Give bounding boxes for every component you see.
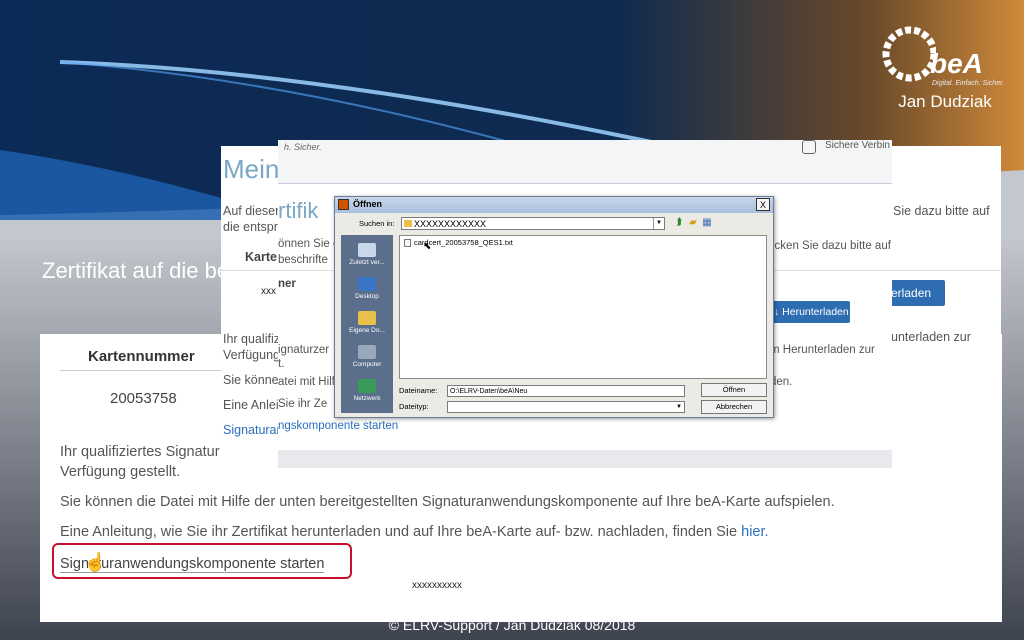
place-computer[interactable]: Computer xyxy=(341,345,393,368)
cancel-button[interactable]: Abbrechen xyxy=(701,400,767,414)
text-line1: önnen Sie c xyxy=(278,238,339,250)
open-file-dialog: Öffnen X Suchen in: XXXXXXXXXXXX ▼ ⮭ ▰ ▦… xyxy=(334,196,774,418)
filename-label: Dateiname: xyxy=(399,386,438,395)
download-arrow-icon: ↓ xyxy=(774,306,783,318)
bottom-bar xyxy=(278,450,892,468)
herunterladen-label: Herunterladen xyxy=(782,306,849,318)
chevron-down-icon: ▼ xyxy=(653,218,664,229)
look-in-label: Suchen in: xyxy=(359,219,395,228)
new-folder-icon[interactable]: ▰ xyxy=(687,217,699,229)
bea-logo-text: beA xyxy=(930,48,983,79)
place-recent[interactable]: Zuletzt ver... xyxy=(341,243,393,266)
section-heading: rtifik xyxy=(278,198,319,223)
right-text2: m Herunterladen zur xyxy=(770,344,875,356)
open-button[interactable]: Öffnen xyxy=(701,383,767,397)
tagline-fragment: h. Sicher. xyxy=(284,142,322,152)
chevron-down-icon: ▼ xyxy=(676,404,682,410)
column-divider xyxy=(60,370,230,371)
text-line5: t. xyxy=(278,358,285,370)
look-in-dropdown[interactable]: XXXXXXXXXXXX ▼ xyxy=(401,217,665,230)
page-heading: Mein xyxy=(223,154,280,184)
place-label: Computer xyxy=(352,361,382,368)
desktop-icon xyxy=(358,277,376,291)
place-network[interactable]: Netzwerk xyxy=(341,379,393,402)
view-menu-icon[interactable]: ▦ xyxy=(701,217,713,229)
text-line3: ner xyxy=(278,278,296,290)
author-name: Jan Dudziak xyxy=(898,92,992,111)
herunterladen-button[interactable]: ↓ Herunterladen xyxy=(770,301,850,323)
text-verfuegung: Verfügung xyxy=(223,348,280,362)
filetype-select[interactable]: ▼ xyxy=(447,401,685,413)
label-karte: Karte xyxy=(245,250,277,264)
folder-icon xyxy=(404,220,412,227)
paragraph3: Eine Anleitung, wie Sie ihr Zertifikat h… xyxy=(60,524,769,540)
launch-component-link[interactable]: ngskomponente starten xyxy=(278,420,398,432)
text-file-icon xyxy=(404,239,411,247)
hand-cursor-icon: ☝ xyxy=(84,552,107,572)
text-ihr: Ihr qualifiz xyxy=(223,332,280,346)
dialog-titlebar: Öffnen X xyxy=(335,197,773,213)
place-desktop[interactable]: Desktop xyxy=(341,277,393,300)
lock-icon xyxy=(802,140,816,154)
filename-input[interactable]: O:\ELRV-Daten\beA\Neu xyxy=(447,385,685,397)
java-app-icon xyxy=(338,199,349,210)
card-number: 20053758 xyxy=(110,390,177,407)
paragraph2: Sie können die Datei mit Hilfe der unten… xyxy=(60,494,835,510)
help-link[interactable]: hier. xyxy=(741,524,768,540)
close-button[interactable]: X xyxy=(756,198,770,211)
brand-block: beA Digital. Einfach. Sicher. Jan Dudzia… xyxy=(880,18,1010,118)
dialog-title: Öffnen xyxy=(353,199,382,209)
link-signatur[interactable]: Signaturar xyxy=(223,423,281,437)
place-label: Zuletzt ver... xyxy=(349,259,385,266)
text-eine: Eine Anleit xyxy=(223,398,283,412)
paragraph1-line1: Ihr qualifiziertes Signatur xyxy=(60,444,220,460)
secure-connection-label: Sichere Verbin xyxy=(824,140,890,151)
text-line4: ignaturzer xyxy=(278,344,330,356)
bea-logo-icon xyxy=(882,26,936,82)
bea-tagline: Digital. Einfach. Sicher. xyxy=(932,80,1005,87)
place-documents[interactable]: Eigene Do... xyxy=(341,311,393,334)
intro-line1: Auf dieser xyxy=(223,204,280,218)
recent-icon xyxy=(358,243,376,257)
place-label: Netzwerk xyxy=(353,395,381,402)
place-label: Eigene Do... xyxy=(349,327,385,334)
documents-icon xyxy=(358,311,376,325)
file-list[interactable]: cardcert_20053758_QES1.txt xyxy=(399,235,767,379)
right-text2: unterladen zur xyxy=(891,330,971,344)
place-label: Desktop xyxy=(355,293,379,300)
computer-icon xyxy=(358,345,376,359)
masked-text: xxxxxxxxxx xyxy=(412,580,462,591)
column-header-kartennummer: Kartennummer xyxy=(88,348,195,365)
text-line6: atei mit Hilf xyxy=(278,376,335,388)
text-line7: Sie ihr Ze xyxy=(278,398,328,410)
places-bar: Zuletzt ver... Desktop Eigene Do... Comp… xyxy=(341,235,393,413)
right-text1: Sie dazu bitte auf xyxy=(893,204,990,218)
network-icon xyxy=(358,379,376,393)
up-folder-icon[interactable]: ⮭ xyxy=(673,217,685,229)
paragraph3-text: Eine Anleitung, wie Sie ihr Zertifikat h… xyxy=(60,524,738,540)
filetype-label: Dateityp: xyxy=(399,402,429,411)
browser-top-bar: h. Sicher. Sichere Verbin xyxy=(278,140,892,184)
right-text1: icken Sie dazu bitte auf xyxy=(772,240,891,252)
text-line2: beschrifte xyxy=(278,254,328,266)
masked-text: xxx xyxy=(261,286,276,297)
file-item[interactable]: cardcert_20053758_QES1.txt xyxy=(404,238,513,247)
text-sie: Sie könner xyxy=(223,373,283,387)
mouse-pointer-icon: ⬉ xyxy=(423,241,432,252)
paragraph1-line2: Verfügung gestellt. xyxy=(60,464,181,480)
slide-footer: © ELRV-Support / Jan Dudziak 08/2018 xyxy=(388,617,636,633)
look-in-value: XXXXXXXXXXXX xyxy=(414,219,487,229)
intro-line2: die entspr xyxy=(223,220,278,234)
